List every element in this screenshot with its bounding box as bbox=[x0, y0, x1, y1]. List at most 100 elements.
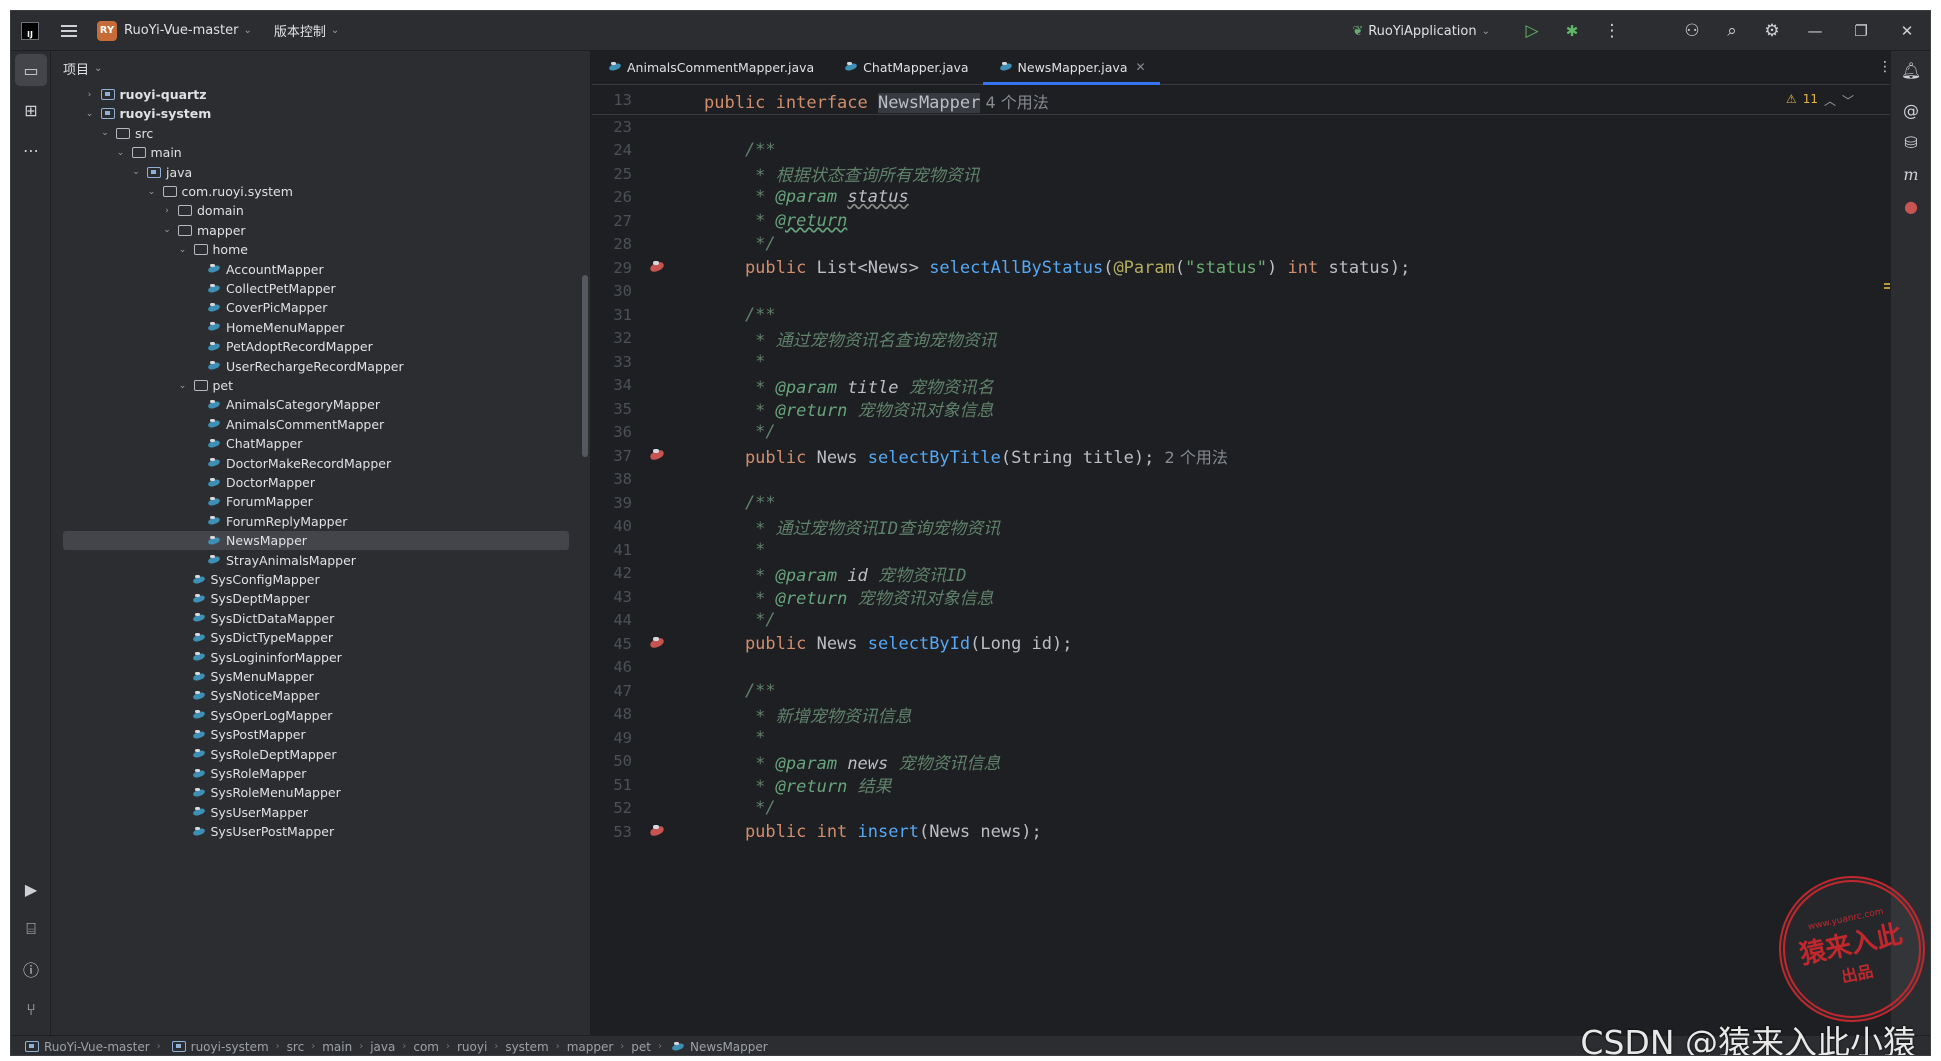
tree-item[interactable]: › domain bbox=[51, 201, 590, 220]
tree-item[interactable]: ⌄ java bbox=[51, 163, 590, 182]
code-line[interactable]: 36 */ bbox=[592, 421, 1902, 445]
tree-item[interactable]: NewsMapper bbox=[63, 531, 569, 551]
code-line[interactable]: 28 */ bbox=[592, 233, 1902, 257]
services-tool-icon[interactable]: ▶ bbox=[15, 873, 47, 905]
tree-item[interactable]: ⌄ mapper bbox=[51, 221, 590, 240]
intellij-logo-icon[interactable]: IJ bbox=[21, 21, 39, 40]
more-tools-icon[interactable]: ⋯ bbox=[15, 134, 47, 166]
usage-hint[interactable]: 2 个用法 bbox=[1154, 448, 1228, 467]
usage-hint[interactable]: 4 个用法 bbox=[980, 93, 1048, 112]
project-scrollbar[interactable] bbox=[582, 275, 588, 457]
chevron-down-icon[interactable]: ⌄ bbox=[129, 167, 143, 177]
chevron-up-icon[interactable]: ︿ bbox=[1824, 92, 1836, 109]
code-line[interactable]: 27 * @return bbox=[592, 209, 1902, 233]
breadcrumb-item[interactable]: main bbox=[322, 1040, 352, 1054]
tree-item[interactable]: CollectPetMapper bbox=[51, 279, 590, 298]
code-line[interactable]: 48 * 新增宠物资讯信息 bbox=[592, 703, 1902, 727]
breadcrumb-item[interactable]: com bbox=[413, 1040, 439, 1054]
tree-item[interactable]: SysNoticeMapper bbox=[51, 686, 590, 705]
code-line[interactable]: 44 */ bbox=[592, 609, 1902, 633]
tree-item[interactable]: SysRoleDeptMapper bbox=[51, 745, 590, 764]
project-panel-header[interactable]: 项目 ⌄ bbox=[51, 51, 590, 85]
tree-item[interactable]: UserRechargeRecordMapper bbox=[51, 357, 590, 376]
chevron-down-icon[interactable]: ﹀ bbox=[1842, 92, 1854, 109]
editor-tab[interactable]: AnimalsCommentMapper.java bbox=[592, 50, 828, 84]
chevron-down-icon[interactable]: ⌄ bbox=[176, 245, 190, 255]
close-tab-icon[interactable]: ✕ bbox=[1135, 60, 1145, 74]
maven-icon[interactable]: m bbox=[1895, 158, 1927, 190]
tree-item[interactable]: ⌄ src bbox=[51, 124, 590, 143]
inspection-widget[interactable]: ⚠ 11 ︿ ﹀ bbox=[1786, 92, 1854, 109]
tree-item[interactable]: HomeMenuMapper bbox=[51, 318, 590, 337]
tree-item[interactable]: ⌄ main bbox=[51, 143, 590, 162]
settings-icon[interactable]: ⚙ bbox=[1752, 11, 1792, 51]
breadcrumb-item[interactable]: RuoYi-Vue-master bbox=[44, 1040, 150, 1054]
tree-item[interactable]: ⌄ home bbox=[51, 240, 590, 259]
editor-tab[interactable]: NewsMapper.java ✕ bbox=[982, 50, 1160, 85]
code-line[interactable]: 47 /** bbox=[592, 679, 1902, 703]
code-line[interactable]: 42 * @param id 宠物资讯ID bbox=[592, 562, 1902, 586]
code-line[interactable]: 25 * 根据状态查询所有宠物资讯 bbox=[592, 162, 1902, 187]
breadcrumb-item[interactable]: pet bbox=[631, 1040, 651, 1054]
tree-item[interactable]: ⌄ com.ruoyi.system bbox=[51, 182, 590, 201]
code-line[interactable]: 23 bbox=[592, 115, 1902, 139]
tree-item[interactable]: SysOperLogMapper bbox=[51, 706, 590, 725]
navigate-to-xml-icon[interactable] bbox=[648, 260, 668, 275]
problems-tool-icon[interactable]: ⓘ bbox=[15, 953, 47, 985]
project-tool-icon[interactable]: ▭ bbox=[15, 54, 47, 86]
code-line[interactable]: 50 * @param news 宠物资讯信息 bbox=[592, 750, 1902, 774]
tree-item[interactable]: ⌄ pet bbox=[51, 376, 590, 395]
tree-item[interactable]: DoctorMapper bbox=[51, 473, 590, 492]
code-line[interactable]: 24 /** bbox=[592, 139, 1902, 163]
tree-item[interactable]: SysDeptMapper bbox=[51, 589, 590, 608]
chevron-down-icon[interactable]: ⌄ bbox=[176, 381, 190, 391]
breadcrumb-item[interactable]: src bbox=[287, 1040, 305, 1054]
tree-item[interactable]: ChatMapper bbox=[51, 434, 590, 453]
code-area[interactable]: 13 public interface NewsMapper 4 个用法 ⚠ 11… bbox=[592, 86, 1902, 1035]
add-user-icon[interactable]: ⚇ bbox=[1672, 11, 1712, 51]
breadcrumb-item[interactable]: java bbox=[370, 1040, 395, 1054]
code-line[interactable]: 30 bbox=[592, 280, 1902, 304]
debug-icon[interactable]: ✱ bbox=[1552, 11, 1592, 51]
vcs-menu[interactable]: 版本控制 ⌄ bbox=[274, 21, 339, 40]
tree-item[interactable]: SysMenuMapper bbox=[51, 667, 590, 686]
breadcrumb-item[interactable]: ruoyi-system bbox=[191, 1040, 269, 1054]
tree-item[interactable]: SysConfigMapper bbox=[51, 570, 590, 589]
chevron-down-icon[interactable]: ⌄ bbox=[83, 109, 97, 119]
code-line[interactable]: 41 * bbox=[592, 538, 1902, 562]
minimize-button[interactable]: — bbox=[1792, 11, 1838, 51]
code-line[interactable]: 39 /** bbox=[592, 491, 1902, 515]
tree-item[interactable]: AccountMapper bbox=[51, 260, 590, 279]
code-line[interactable]: 26 * @param status bbox=[592, 186, 1902, 210]
notifications-icon[interactable]: 🔔︎ bbox=[1895, 54, 1927, 86]
code-line[interactable]: 51 * @return 结果 bbox=[592, 773, 1902, 798]
tree-item[interactable]: CoverPicMapper bbox=[51, 298, 590, 317]
chevron-right-icon[interactable]: › bbox=[83, 90, 97, 100]
database-icon[interactable]: ⛁ bbox=[1895, 126, 1927, 158]
mybatis-icon[interactable]: ● bbox=[1895, 190, 1927, 222]
breadcrumb-item[interactable]: NewsMapper bbox=[690, 1040, 768, 1054]
tree-item[interactable]: › ruoyi-quartz bbox=[51, 85, 590, 104]
tree-item[interactable]: SysDictTypeMapper bbox=[51, 628, 590, 647]
editor-tab[interactable]: ChatMapper.java bbox=[828, 50, 982, 84]
navigate-to-xml-icon[interactable] bbox=[648, 824, 668, 839]
code-line[interactable]: 46 bbox=[592, 656, 1902, 680]
code-line[interactable]: 33 * bbox=[592, 350, 1902, 374]
navigate-to-xml-icon[interactable] bbox=[648, 636, 668, 651]
code-line[interactable]: 40 * 通过宠物资讯ID查询宠物资讯 bbox=[592, 515, 1902, 539]
code-line[interactable]: 38 bbox=[592, 468, 1902, 492]
run-icon[interactable]: ▷ bbox=[1512, 11, 1552, 51]
more-actions-icon[interactable]: ⋮ bbox=[1592, 11, 1632, 51]
chevron-down-icon[interactable]: ⌄ bbox=[145, 187, 159, 197]
code-line[interactable]: 35 * @return 宠物资讯对象信息 bbox=[592, 397, 1902, 422]
structure-tool-icon[interactable]: ⊞ bbox=[15, 94, 47, 126]
tree-item[interactable]: SysRoleMapper bbox=[51, 764, 590, 783]
tree-item[interactable]: SysLogininforMapper bbox=[51, 648, 590, 667]
chevron-down-icon[interactable]: ⌄ bbox=[160, 225, 174, 235]
code-line[interactable]: 43 * @return 宠物资讯对象信息 bbox=[592, 585, 1902, 610]
breadcrumb-item[interactable]: system bbox=[505, 1040, 548, 1054]
chevron-down-icon[interactable]: ⌄ bbox=[98, 128, 112, 138]
git-tool-icon[interactable]: ⑂ bbox=[15, 993, 47, 1025]
ai-assistant-icon[interactable]: @ bbox=[1895, 94, 1927, 126]
code-line[interactable]: 53 public int insert(News news); bbox=[592, 820, 1902, 844]
